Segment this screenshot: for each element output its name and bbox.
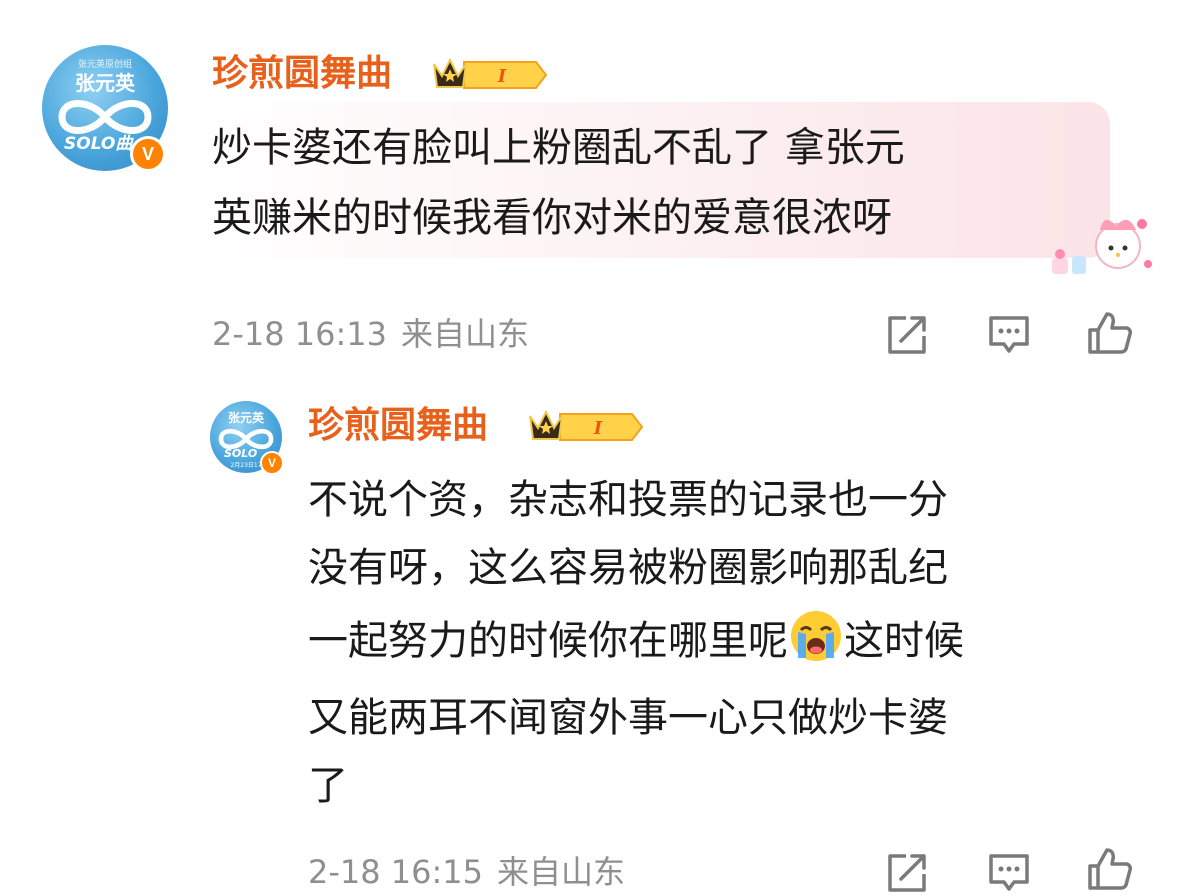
username[interactable]: 珍煎圆舞曲 bbox=[212, 52, 392, 96]
vip-level-text: I bbox=[497, 66, 507, 87]
comment-icon[interactable] bbox=[986, 312, 1032, 358]
reply-comment-icon[interactable] bbox=[986, 850, 1032, 896]
reply-verified-badge: V bbox=[260, 451, 284, 475]
reply-text-line-4: 又能两耳不闻窗外事一心只做炒卡婆 bbox=[308, 695, 948, 741]
reply-avatar-name: 张元英 bbox=[227, 411, 264, 425]
reply-avatar-solo-text: SOLO bbox=[224, 447, 258, 460]
reply-text-line-3: 一起努力的时候你在哪里呢 这时候 bbox=[308, 608, 964, 669]
reply-text-line-1: 不说个资，杂志和投票的记录也一分 bbox=[308, 477, 948, 523]
reply-vip-level-badge: I bbox=[529, 409, 644, 441]
reply-meta: 2-18 16:15 来自山东 bbox=[308, 850, 625, 894]
share-icon[interactable] bbox=[884, 312, 930, 358]
reply-vip-level-text: I bbox=[593, 418, 603, 439]
comment-text-line-1: 炒卡婆还有脸叫上粉圈乱不乱了 拿张元 bbox=[212, 125, 905, 171]
reply-text-line-3-end: 这时候 bbox=[844, 618, 964, 664]
avatar-solo-text: SOLO曲 bbox=[64, 134, 133, 154]
vip-level-badge: I bbox=[433, 57, 548, 89]
reply-like-icon[interactable] bbox=[1086, 846, 1132, 892]
comment-text-line-2: 英赚米的时候我看你对米的爱意很浓呀 bbox=[212, 195, 892, 241]
reply-share-icon[interactable] bbox=[884, 850, 930, 896]
comment-time: 2-18 16:13 bbox=[212, 315, 388, 353]
loudly-crying-emoji bbox=[791, 611, 841, 661]
reply-username[interactable]: 珍煎圆舞曲 bbox=[308, 404, 488, 448]
reply-text-line-3-start: 一起努力的时候你在哪里呢 bbox=[308, 618, 788, 664]
melody-sticker-icon bbox=[1052, 219, 1152, 274]
reply-location: 来自山东 bbox=[497, 853, 626, 891]
reply-text-line-5: 了 bbox=[308, 763, 348, 809]
like-icon[interactable] bbox=[1086, 310, 1132, 356]
verified-badge: V bbox=[130, 136, 166, 172]
comment-meta: 2-18 16:13 来自山东 bbox=[212, 312, 529, 356]
reply-text-line-2: 没有呀，这么容易被粉圈影响那乱纪 bbox=[308, 545, 948, 591]
avatar-name: 张元英 bbox=[75, 71, 135, 95]
reply-time: 2-18 16:15 bbox=[308, 853, 484, 891]
comment-location: 来自山东 bbox=[401, 315, 530, 353]
